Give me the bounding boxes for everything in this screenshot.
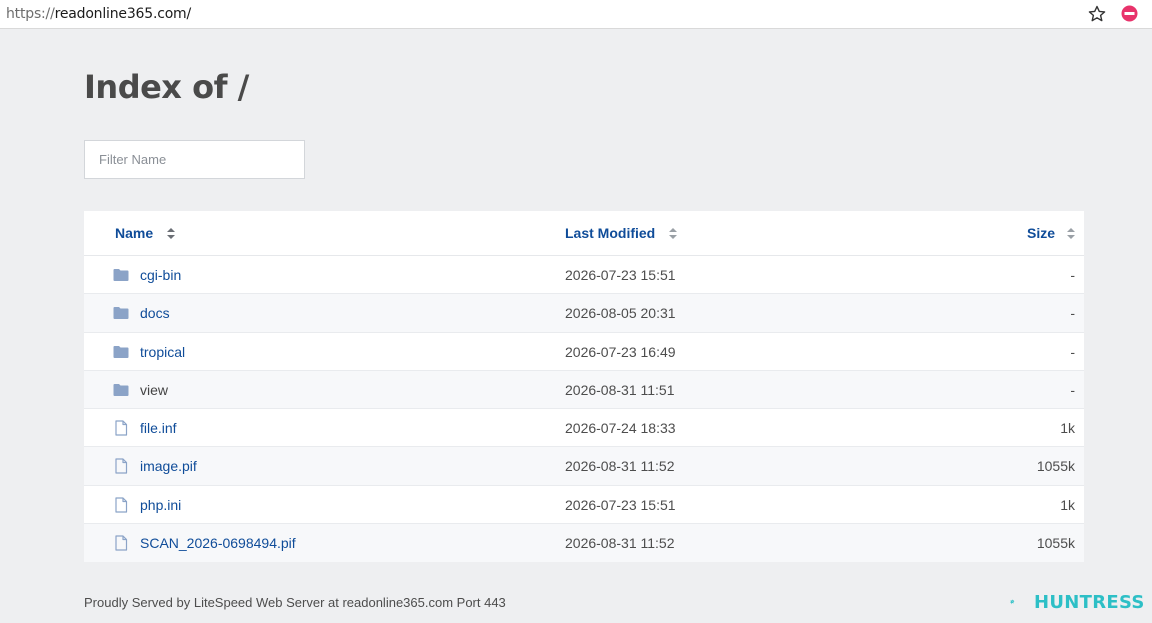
entry-name-link[interactable]: cgi-bin [140, 267, 181, 283]
file-icon [113, 420, 129, 436]
entry-name-link[interactable]: file.inf [140, 420, 177, 436]
brand-name: HUNTRESS [1034, 592, 1145, 613]
folder-icon [113, 305, 129, 321]
entry-last-modified: 2026-08-31 11:52 [565, 535, 675, 552]
table-row[interactable]: image.pif 2026-08-31 11:52 1055k [84, 447, 1084, 486]
sort-by-name-header[interactable]: Name [115, 225, 153, 241]
table-row[interactable]: cgi-bin 2026-07-23 15:51 - [84, 256, 1084, 295]
sort-arrows-icon[interactable] [1067, 228, 1075, 239]
entry-name-link[interactable]: tropical [140, 344, 185, 360]
table-body: cgi-bin 2026-07-23 15:51 - docs 2026-08-05 2… [84, 256, 1084, 563]
entry-size: - [1070, 343, 1075, 360]
entry-last-modified: 2026-07-23 15:51 [565, 496, 676, 513]
table-row[interactable]: php.ini 2026-07-23 15:51 1k [84, 486, 1084, 525]
file-icon [113, 497, 129, 513]
entry-last-modified: 2026-08-05 20:31 [565, 305, 676, 322]
entry-name-link[interactable]: view [140, 382, 168, 398]
entry-name-link[interactable]: SCAN_2026-0698494.pif [140, 535, 296, 551]
file-listing-table: Name Last Modified Size cgi-bin 2026-07-2… [84, 211, 1084, 563]
folder-icon [113, 382, 129, 398]
huntress-logo [1010, 599, 1015, 605]
entry-last-modified: 2026-08-31 11:51 [565, 381, 675, 398]
entry-last-modified: 2026-07-23 16:49 [565, 343, 676, 360]
page-title: Index of / [84, 68, 249, 106]
entry-last-modified: 2026-08-31 11:52 [565, 458, 675, 475]
entry-size: - [1070, 305, 1075, 322]
table-row[interactable]: view 2026-08-31 11:51 - [84, 370, 1084, 410]
entry-name-link[interactable]: docs [140, 305, 170, 321]
entry-size: - [1070, 381, 1075, 398]
url-host: readonline365.com/ [54, 6, 192, 22]
sort-by-modified-header[interactable]: Last Modified [565, 225, 655, 241]
table-row[interactable]: tropical 2026-07-23 16:49 - [84, 333, 1084, 371]
url-scheme: https:// [6, 6, 55, 22]
entry-last-modified: 2026-07-24 18:33 [565, 420, 676, 437]
stop-icon[interactable] [1121, 5, 1138, 22]
file-icon [113, 458, 129, 475]
url-field[interactable]: https://readonline365.com/ [6, 6, 191, 22]
table-row[interactable]: docs 2026-08-05 20:31 - [84, 294, 1084, 333]
sort-arrows-icon[interactable] [669, 228, 677, 239]
table-row[interactable]: SCAN_2026-0698494.pif 2026-08-31 11:52 105… [84, 524, 1084, 563]
server-footer: Proudly Served by LiteSpeed Web Server a… [84, 595, 506, 610]
entry-size: - [1070, 267, 1075, 283]
star-bookmark-icon[interactable] [1087, 4, 1107, 24]
filter-name-input[interactable] [84, 140, 305, 179]
entry-last-modified: 2026-07-23 15:51 [565, 267, 676, 283]
sort-by-size-header[interactable]: Size [1027, 225, 1055, 241]
entry-size: 1k [1060, 496, 1075, 513]
entry-name-link[interactable]: image.pif [140, 458, 197, 474]
folder-icon [113, 267, 129, 283]
entry-size: 1055k [1036, 535, 1075, 552]
sort-arrows-icon[interactable] [167, 228, 175, 239]
entry-size: 1k [1060, 420, 1075, 437]
table-header: Name Last Modified Size [84, 211, 1084, 256]
entry-size: 1055k [1036, 458, 1075, 475]
entry-name-link[interactable]: php.ini [140, 497, 181, 513]
file-icon [113, 535, 129, 551]
table-row[interactable]: file.inf 2026-07-24 18:33 1k [84, 409, 1084, 448]
browser-address-bar[interactable]: https://readonline365.com/ [0, 0, 1152, 29]
folder-icon [113, 344, 129, 360]
